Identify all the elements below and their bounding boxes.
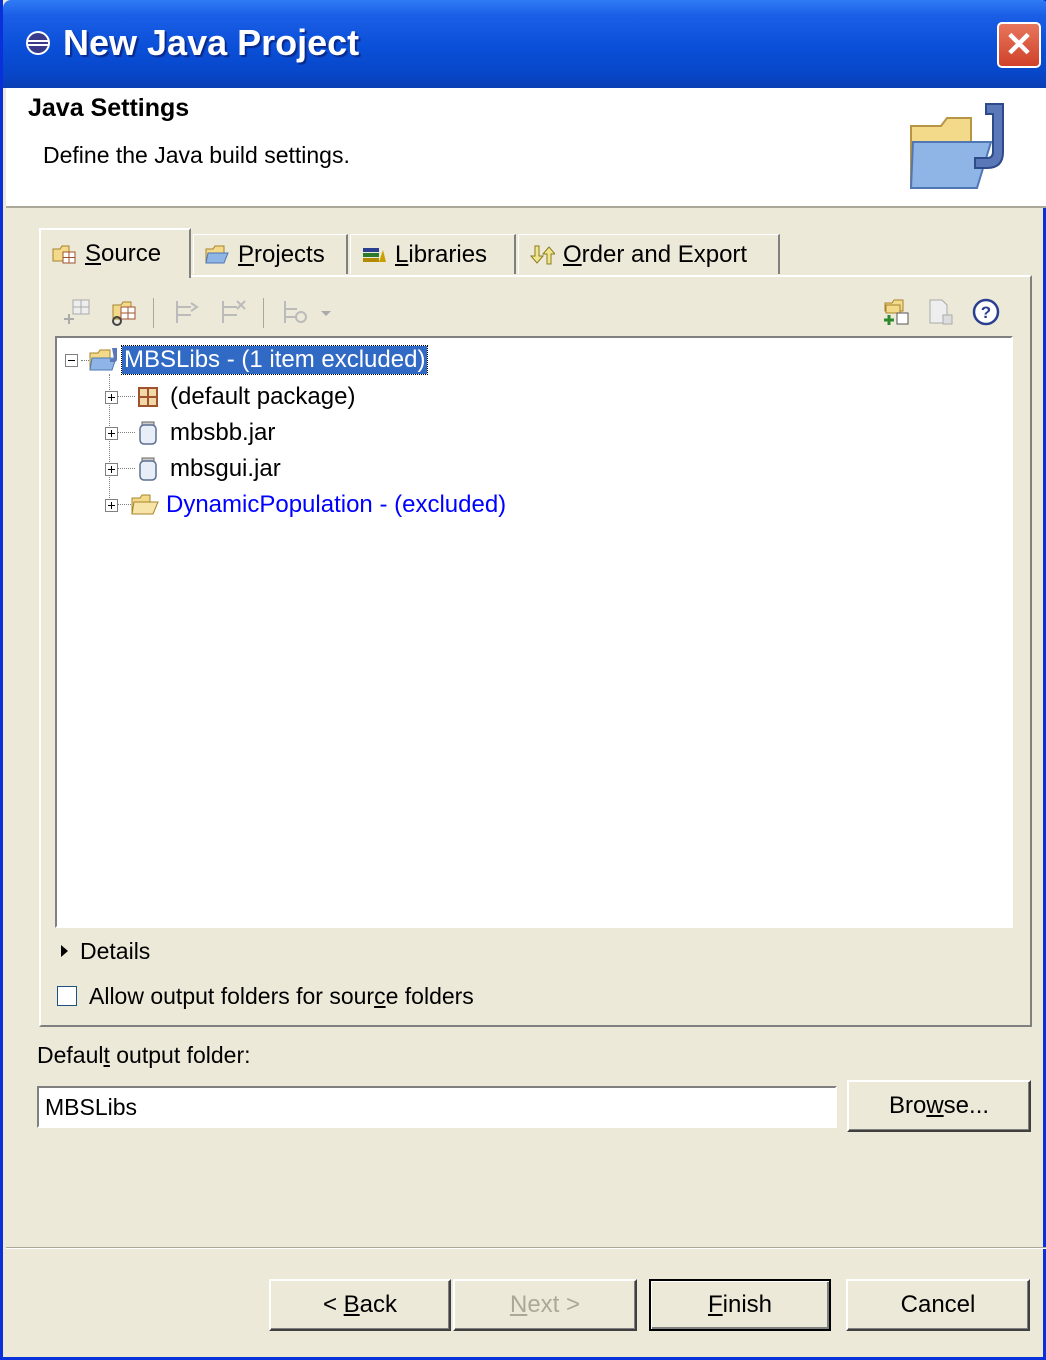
java-project-wizard-icon bbox=[909, 103, 1004, 189]
header-banner: Java Settings Define the Java build sett… bbox=[6, 88, 1046, 208]
page-description: Define the Java build settings. bbox=[43, 142, 350, 168]
tree-node-label: DynamicPopulation - (excluded) bbox=[166, 491, 507, 518]
back-button-label: < Back bbox=[322, 1291, 398, 1318]
toolbar-separator bbox=[153, 298, 154, 328]
close-button[interactable]: ✕ bbox=[997, 22, 1041, 68]
tree-node-excluded-folder[interactable]: DynamicPopulation - (excluded) bbox=[105, 488, 506, 522]
details-label: Details bbox=[80, 937, 151, 964]
source-toolbar: ? bbox=[59, 294, 1011, 336]
expand-toggle[interactable] bbox=[105, 390, 118, 404]
tree-node-jar[interactable]: mbsgui.jar bbox=[105, 452, 281, 486]
tab-order-and-export-label: Order and Export bbox=[563, 240, 748, 268]
tree-node-default-package[interactable]: (default package) bbox=[105, 380, 355, 414]
tab-source-label: Source bbox=[85, 240, 162, 267]
window-title: New Java Project bbox=[63, 22, 360, 63]
tree-root-node[interactable]: MBSLibs - (1 item excluded) bbox=[65, 343, 429, 377]
tab-source[interactable]: Source bbox=[39, 228, 191, 278]
allow-output-folders-row[interactable]: Allow output folders for source folders bbox=[57, 980, 474, 1012]
configure-icon[interactable] bbox=[279, 297, 309, 327]
folder-icon bbox=[131, 494, 159, 515]
browse-button-label: Browse... bbox=[888, 1092, 990, 1119]
details-expander[interactable]: Details bbox=[57, 936, 150, 966]
project-folder-icon bbox=[89, 348, 117, 371]
tab-libraries-label: Libraries bbox=[395, 240, 488, 268]
expand-triangle-icon bbox=[61, 945, 68, 957]
finish-button[interactable]: Finish bbox=[649, 1279, 831, 1331]
page-title: Java Settings bbox=[28, 94, 190, 122]
title-bar[interactable]: New Java Project ✕ bbox=[3, 0, 1046, 88]
close-icon: ✕ bbox=[1004, 26, 1034, 64]
jar-icon bbox=[139, 421, 157, 445]
projects-icon bbox=[205, 245, 229, 263]
cancel-button-label: Cancel bbox=[900, 1291, 976, 1318]
allow-output-folders-checkbox[interactable] bbox=[57, 986, 77, 1006]
button-bar-separator bbox=[6, 1247, 1046, 1249]
tab-libraries[interactable]: Libraries bbox=[350, 234, 516, 274]
include-icon[interactable] bbox=[171, 297, 201, 327]
tree-node-jar[interactable]: mbsbb.jar bbox=[105, 416, 275, 450]
new-java-project-dialog: New Java Project ✕ Java Settings Define … bbox=[0, 0, 1046, 1360]
edit-icon[interactable] bbox=[925, 297, 955, 327]
add-source-folder-icon[interactable] bbox=[63, 297, 93, 327]
source-folder-tree[interactable]: MBSLibs - (1 item excluded) (default pac… bbox=[55, 336, 1013, 928]
expand-toggle[interactable] bbox=[105, 426, 118, 440]
package-icon bbox=[138, 387, 158, 407]
finish-button-label: Finish bbox=[707, 1291, 773, 1318]
next-button-label: Next > bbox=[509, 1291, 581, 1318]
exclude-icon[interactable] bbox=[217, 297, 247, 327]
new-folder-icon[interactable] bbox=[881, 297, 911, 327]
toolbar-separator bbox=[263, 298, 264, 328]
libraries-icon bbox=[363, 247, 386, 262]
tree-node-label: mbsgui.jar bbox=[170, 455, 281, 482]
expand-toggle[interactable] bbox=[105, 462, 118, 476]
allow-output-folders-label: Allow output folders for source folders bbox=[89, 982, 474, 1009]
back-button[interactable]: < Back bbox=[269, 1279, 451, 1331]
eclipse-icon bbox=[26, 31, 50, 55]
tree-node-label: mbsbb.jar bbox=[170, 419, 276, 446]
dropdown-arrow-icon[interactable] bbox=[317, 297, 335, 327]
browse-button[interactable]: Browse... bbox=[847, 1080, 1031, 1132]
tree-node-label: (default package) bbox=[170, 383, 356, 410]
help-icon[interactable]: ? bbox=[971, 297, 1001, 327]
next-button[interactable]: Next > bbox=[453, 1279, 637, 1331]
tree-root-label: MBSLibs - (1 item excluded) bbox=[120, 345, 429, 375]
jar-icon bbox=[139, 457, 157, 481]
tab-projects[interactable]: Projects bbox=[193, 234, 348, 274]
expand-toggle[interactable] bbox=[105, 498, 118, 512]
svg-text:?: ? bbox=[981, 303, 991, 322]
order-export-icon bbox=[529, 245, 555, 264]
collapse-toggle[interactable] bbox=[65, 353, 78, 367]
tab-projects-label: Projects bbox=[238, 240, 325, 268]
cancel-button[interactable]: Cancel bbox=[846, 1279, 1030, 1331]
link-source-icon[interactable] bbox=[109, 297, 139, 327]
default-output-folder-input[interactable] bbox=[37, 1086, 837, 1128]
tab-order-and-export[interactable]: Order and Export bbox=[518, 234, 780, 274]
default-output-folder-label: Default output folder: bbox=[37, 1042, 251, 1068]
source-folder-icon bbox=[52, 245, 76, 264]
